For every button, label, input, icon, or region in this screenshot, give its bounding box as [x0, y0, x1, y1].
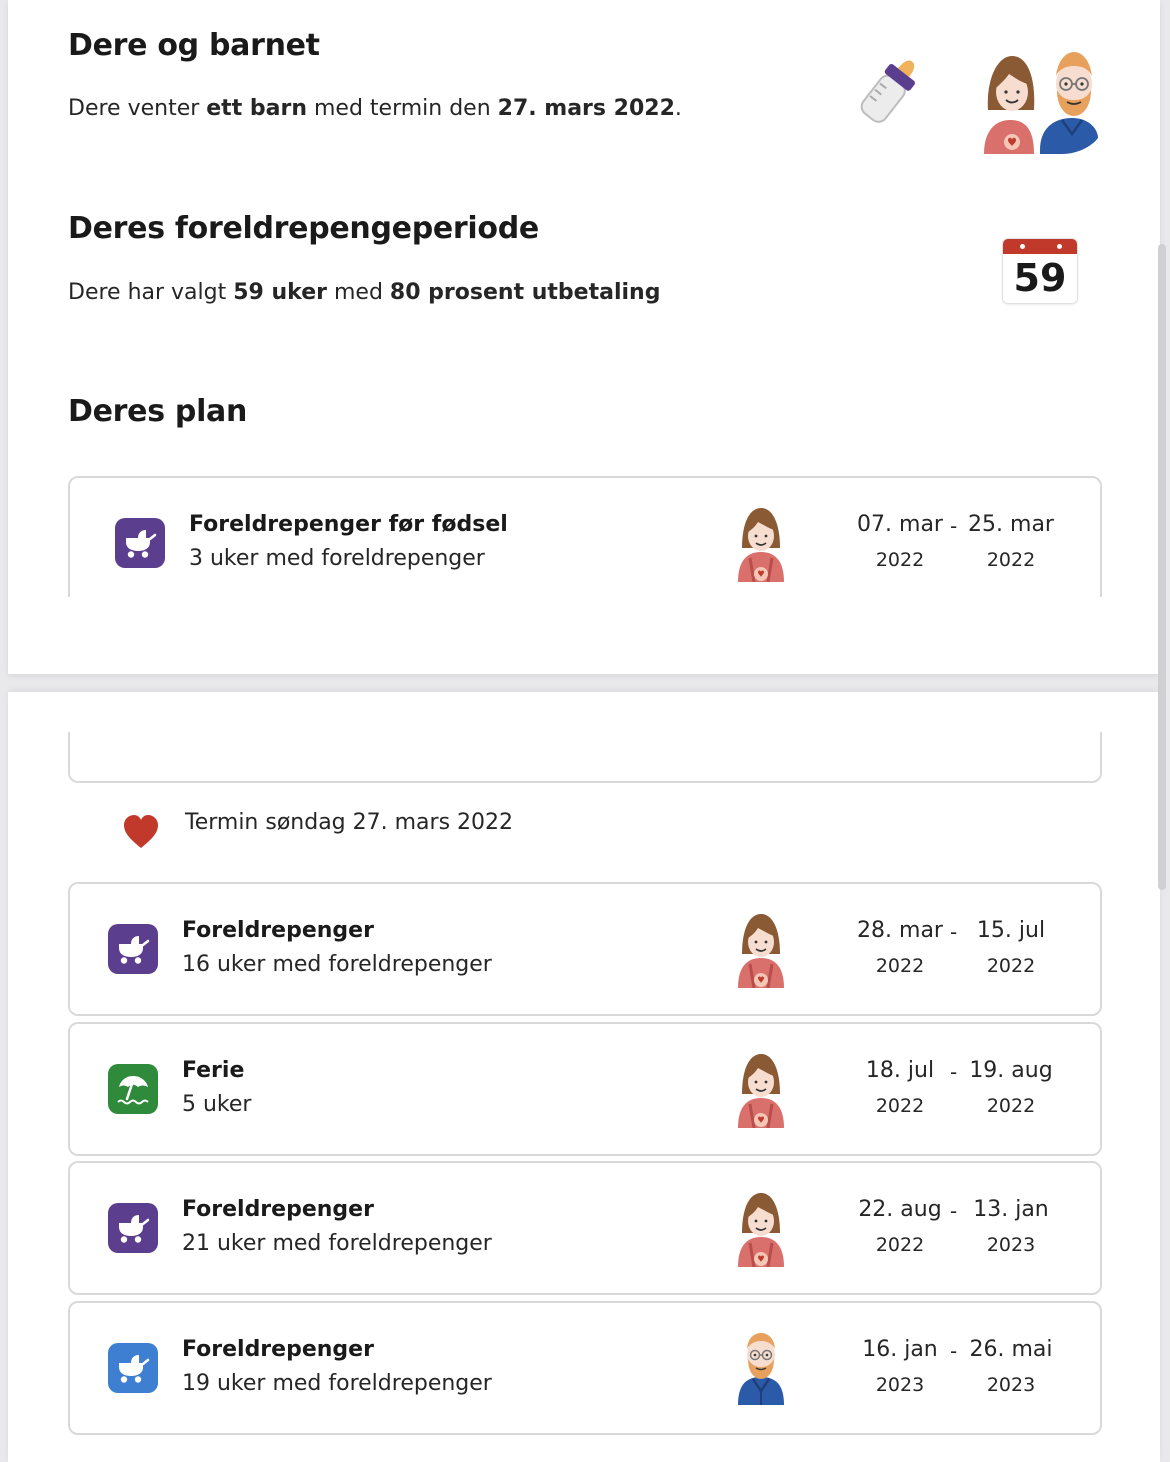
date-separator: -: [950, 1199, 958, 1223]
period-title: Foreldrepenger: [182, 1197, 374, 1222]
section-title-plan: Deres plan: [68, 394, 248, 429]
mother-icon: [736, 504, 786, 582]
due-date-text: Dere venter ett barn med termin den 27. …: [68, 96, 682, 121]
section-title-period: Deres foreldrepengeperiode: [68, 211, 539, 246]
baby-bottle-icon: [860, 60, 915, 123]
date-separator: -: [950, 514, 958, 538]
mother-icon: [736, 910, 786, 988]
period-title: Foreldrepenger før fødsel: [189, 512, 508, 537]
from-year: 2023: [875, 1374, 925, 1396]
period-title: Foreldrepenger: [182, 918, 374, 943]
mother-icon: [736, 1050, 786, 1128]
period-title: Foreldrepenger: [182, 1337, 374, 1362]
stroller-icon: [115, 518, 165, 568]
date-separator: -: [950, 920, 958, 944]
father-icon: [736, 1327, 786, 1405]
stroller-icon: [108, 1203, 158, 1253]
scrollbar[interactable]: [1158, 244, 1166, 890]
period-subtitle: 5 uker: [182, 1092, 252, 1117]
mother-icon: [736, 1189, 786, 1267]
from-date: 16. jan: [862, 1337, 938, 1362]
to-year: 2022: [986, 549, 1036, 571]
from-year: 2022: [875, 549, 925, 571]
period-card[interactable]: Foreldrepenger 21 uker med foreldrepenge…: [68, 1161, 1102, 1295]
to-year: 2022: [986, 955, 1036, 977]
period-summary-text: Dere har valgt 59 uker med 80 prosent ut…: [68, 280, 661, 305]
calendar-number: 59: [1013, 256, 1067, 300]
period-card-bottom-edge: [68, 732, 1102, 783]
from-date: 18. jul: [865, 1058, 935, 1083]
to-year: 2022: [986, 1095, 1036, 1117]
stroller-icon: [108, 1343, 158, 1393]
period-subtitle: 19 uker med foreldrepenger: [182, 1371, 492, 1396]
period-card[interactable]: Foreldrepenger 16 uker med foreldrepenge…: [68, 882, 1102, 1016]
from-year: 2022: [875, 1234, 925, 1256]
date-separator: -: [950, 1060, 958, 1084]
period-card[interactable]: Foreldrepenger 19 uker med foreldrepenge…: [68, 1301, 1102, 1435]
from-date: 22. aug: [858, 1197, 942, 1222]
period-title: Ferie: [182, 1058, 245, 1083]
from-year: 2022: [875, 1095, 925, 1117]
date-separator: -: [950, 1339, 958, 1363]
to-year: 2023: [986, 1234, 1036, 1256]
to-date: 19. aug: [969, 1058, 1053, 1083]
bottom-panel: Termin søndag 27. mars 2022 Foreldrepeng…: [8, 692, 1160, 1462]
section-title-family: Dere og barnet: [68, 28, 320, 63]
top-panel: Dere og barnet Dere venter ett barn med …: [8, 0, 1160, 674]
period-subtitle: 16 uker med foreldrepenger: [182, 952, 492, 977]
from-date: 28. mar: [857, 918, 943, 943]
to-date: 13. jan: [973, 1197, 1049, 1222]
period-card[interactable]: Ferie 5 uker 18. jul 2022 - 19. aug 2022: [68, 1022, 1102, 1156]
from-year: 2022: [875, 955, 925, 977]
to-date: 26. mai: [969, 1337, 1053, 1362]
card-fade-mask: [8, 597, 1160, 674]
to-date: 25. mar: [968, 512, 1054, 537]
stroller-icon: [108, 924, 158, 974]
termin-label: Termin søndag 27. mars 2022: [185, 810, 514, 835]
to-year: 2023: [986, 1374, 1036, 1396]
to-date: 15. jul: [976, 918, 1046, 943]
heart-icon: [124, 815, 158, 848]
period-subtitle: 3 uker med foreldrepenger: [189, 546, 485, 571]
from-date: 07. mar: [857, 512, 943, 537]
parents-icon: [984, 52, 1098, 154]
period-subtitle: 21 uker med foreldrepenger: [182, 1231, 492, 1256]
calendar-icon: 59: [1002, 238, 1078, 304]
beach-umbrella-icon: [108, 1064, 158, 1114]
